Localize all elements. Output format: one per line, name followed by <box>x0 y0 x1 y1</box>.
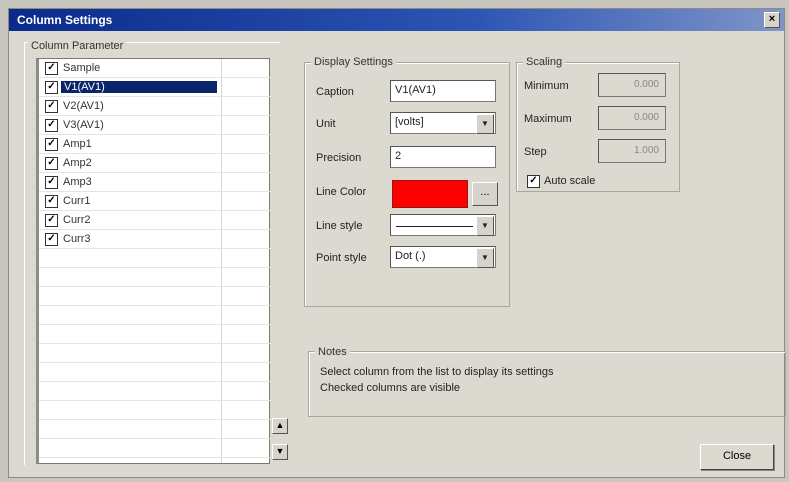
unit-label: Unit <box>316 118 336 130</box>
point-style-select[interactable]: Dot (.) ▼ <box>390 246 496 268</box>
list-item[interactable]: ✓ Curr2 <box>39 211 270 230</box>
scroll-down-button[interactable]: ▼ <box>272 444 288 460</box>
list-item[interactable]: ✓ Amp2 <box>39 154 270 173</box>
column-visible-checkbox[interactable]: ✓ <box>45 138 58 151</box>
line-style-dropdown-button[interactable]: ▼ <box>476 216 494 236</box>
caption-input[interactable]: V1(AV1) <box>390 80 496 102</box>
close-button[interactable]: Close <box>700 444 774 470</box>
empty-list-row <box>39 382 270 401</box>
point-style-dropdown-button[interactable]: ▼ <box>476 248 494 268</box>
list-item-label: V3(AV1) <box>63 119 104 131</box>
line-color-label: Line Color <box>316 186 367 198</box>
list-item[interactable]: ✓ V3(AV1) <box>39 116 270 135</box>
column-visible-checkbox[interactable]: ✓ <box>45 119 58 132</box>
list-item-label: Amp3 <box>63 176 92 188</box>
point-style-label: Point style <box>316 252 367 264</box>
line-color-swatch[interactable] <box>392 180 468 208</box>
notes-label: Notes <box>315 346 350 358</box>
notes-line-2: Checked columns are visible <box>320 382 461 394</box>
column-visible-checkbox[interactable]: ✓ <box>45 195 58 208</box>
scroll-up-button[interactable]: ▲ <box>272 418 288 434</box>
unit-dropdown-button[interactable]: ▼ <box>476 114 494 134</box>
list-item-label: Sample <box>63 62 101 74</box>
list-item[interactable]: ✓ V1(AV1) <box>39 78 270 97</box>
line-style-select[interactable]: ▼ <box>390 214 496 236</box>
title-bar: Column Settings × <box>9 9 784 31</box>
close-window-button[interactable]: × <box>764 12 780 28</box>
empty-list-row <box>39 439 270 458</box>
unit-select[interactable]: [volts] ▼ <box>390 112 496 134</box>
line-style-preview <box>396 226 473 227</box>
list-item-label: V2(AV1) <box>63 100 104 112</box>
color-picker-button[interactable]: ... <box>472 182 498 206</box>
empty-list-row <box>39 249 270 268</box>
list-item-label: Curr3 <box>63 233 91 245</box>
notes-line-1: Select column from the list to display i… <box>320 366 554 378</box>
dialog-title: Column Settings <box>17 13 113 27</box>
column-visible-checkbox[interactable]: ✓ <box>45 176 58 189</box>
empty-list-row <box>39 420 270 439</box>
list-item-label: Curr2 <box>63 214 91 226</box>
list-item[interactable]: ✓ Amp1 <box>39 135 270 154</box>
minimum-label: Minimum <box>524 80 569 92</box>
list-item[interactable]: ✓ Curr1 <box>39 192 270 211</box>
precision-input[interactable]: 2 <box>390 146 496 168</box>
list-item-label: Amp1 <box>63 138 92 150</box>
column-visible-checkbox[interactable]: ✓ <box>45 81 58 94</box>
maximum-label: Maximum <box>524 113 572 125</box>
list-item[interactable]: ✓ V2(AV1) <box>39 97 270 116</box>
column-visible-checkbox[interactable]: ✓ <box>45 214 58 227</box>
list-item[interactable]: ✓ Amp3 <box>39 173 270 192</box>
precision-label: Precision <box>316 152 362 164</box>
caption-label: Caption <box>316 86 354 98</box>
step-input: 1.000 <box>598 139 666 163</box>
list-item-label: Curr1 <box>63 195 91 207</box>
column-parameter-label: Column Parameter <box>28 40 127 52</box>
list-item-label: Amp2 <box>63 157 92 169</box>
empty-list-row <box>39 306 270 325</box>
list-item-label: V1(AV1) <box>61 81 217 93</box>
empty-list-row <box>39 363 270 382</box>
point-style-value: Dot (.) <box>395 250 426 262</box>
display-settings-label: Display Settings <box>311 56 396 68</box>
empty-list-row <box>39 344 270 363</box>
unit-value: [volts] <box>395 116 424 128</box>
empty-list-row <box>39 325 270 344</box>
list-item[interactable]: ✓ Sample <box>39 59 270 78</box>
scaling-label: Scaling <box>523 56 566 68</box>
line-style-label: Line style <box>316 220 363 232</box>
autoscale-label: Auto scale <box>544 175 596 187</box>
empty-list-row <box>39 287 270 306</box>
column-list[interactable]: ✓ Sample ✓ V1(AV1) ✓ V2(AV1) ✓ V3(AV1) ✓ Amp1 ✓ Amp… <box>36 58 270 464</box>
empty-list-row <box>39 401 270 420</box>
autoscale-checkbox[interactable]: ✓ <box>527 175 540 188</box>
column-visible-checkbox[interactable]: ✓ <box>45 100 58 113</box>
list-item[interactable]: ✓ Curr3 <box>39 230 270 249</box>
empty-list-row <box>39 268 270 287</box>
column-visible-checkbox[interactable]: ✓ <box>45 62 58 75</box>
step-label: Step <box>524 146 547 158</box>
column-visible-checkbox[interactable]: ✓ <box>45 157 58 170</box>
maximum-input: 0.000 <box>598 106 666 130</box>
column-visible-checkbox[interactable]: ✓ <box>45 233 58 246</box>
minimum-input: 0.000 <box>598 73 666 97</box>
